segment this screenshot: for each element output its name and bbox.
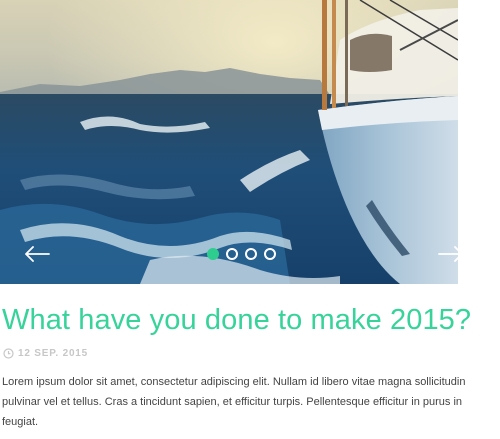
slider-dot-3[interactable]: [245, 248, 257, 260]
post-date: 12 SEP. 2015: [18, 348, 89, 359]
slider-dot-1[interactable]: [207, 248, 219, 260]
image-slider: [0, 0, 458, 284]
clock-icon: [3, 348, 14, 359]
post-excerpt: Lorem ipsum dolor sit amet, consectetur …: [2, 376, 466, 428]
arrow-left-icon: [25, 246, 50, 262]
slide-image-sailboat-ocean: [0, 0, 458, 284]
post-meta: 12 SEP. 2015: [3, 348, 88, 359]
arrow-right-icon: [438, 246, 458, 262]
slider-dot-4[interactable]: [264, 248, 276, 260]
slider-prev-button[interactable]: [22, 240, 52, 268]
slider-dot-2[interactable]: [226, 248, 238, 260]
slider-next-button[interactable]: [436, 240, 458, 268]
post-title[interactable]: What have you done to make 2015?: [2, 304, 471, 337]
blog-post: What have you done to make 2015? 12 SEP.…: [0, 0, 500, 439]
slider-pagination: [207, 248, 276, 260]
